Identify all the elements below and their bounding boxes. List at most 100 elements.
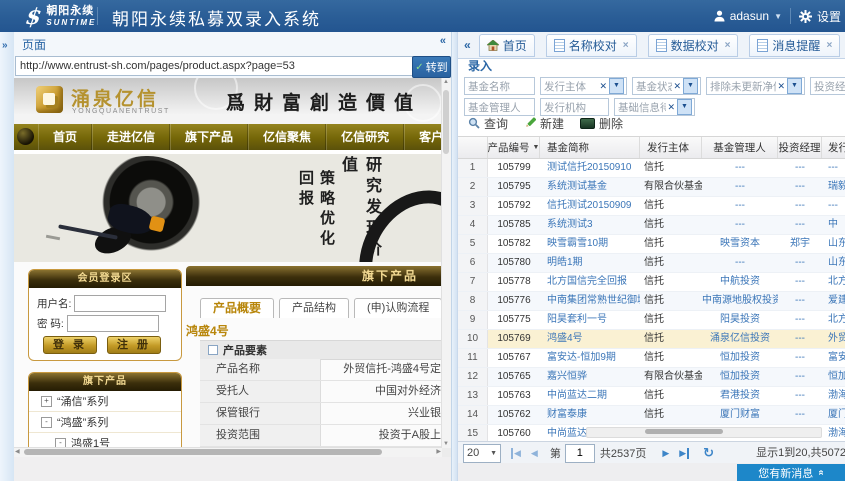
cell-link[interactable]: 财富泰康 (540, 406, 640, 424)
filter-combo-基金状态[interactable]: 基金状态✕▼ (632, 77, 701, 95)
cell-link[interactable]: 恒加 (822, 368, 845, 386)
scroll-left-icon[interactable]: ◀ (15, 448, 20, 457)
prev-page-button[interactable]: ◀ (531, 448, 538, 459)
table-row[interactable]: 8105776中南集团常熟世纪御城信托中南源地股权投资---爱建 (458, 292, 845, 311)
scroll-right-icon[interactable]: ▶ (436, 448, 441, 457)
cell-link[interactable]: 爱建 (822, 292, 845, 310)
site-nav-item-客户专区[interactable]: 客户专区 (404, 124, 442, 150)
cell-link[interactable]: 系统测试3 (540, 216, 640, 234)
site-nav-item-亿信聚焦[interactable]: 亿信聚焦 (248, 124, 326, 150)
username-field[interactable] (74, 295, 166, 312)
column-header-rownum[interactable] (458, 137, 488, 158)
table-horizontal-scrollbar[interactable] (586, 427, 822, 438)
collapse-icon[interactable]: - (41, 417, 52, 428)
password-field[interactable] (67, 315, 159, 332)
delete-button[interactable]: 删除 (580, 115, 623, 132)
column-header-产品编号[interactable]: 产品编号▼ (488, 137, 540, 158)
close-icon[interactable]: × (826, 40, 832, 51)
cell-link[interactable]: 富安达-恒加9期 (540, 349, 640, 367)
cell-link[interactable]: 中航投资 (702, 273, 778, 291)
scrollbar-thumb[interactable] (24, 449, 382, 455)
cell-link[interactable]: --- (778, 311, 822, 329)
table-row[interactable]: 6105780明皓1期信托------山东 (458, 254, 845, 273)
tree-item[interactable]: -“鸿盛”系列 (29, 412, 181, 433)
cell-link[interactable]: 中南源地股权投资 (702, 292, 778, 310)
cell-link[interactable]: --- (778, 178, 822, 196)
clear-icon[interactable]: ✕ (667, 102, 675, 113)
close-icon[interactable]: × (725, 40, 731, 51)
clear-icon[interactable]: ✕ (599, 81, 607, 92)
table-row[interactable]: 7105778北方国信完全回报信托中航投资---北方 (458, 273, 845, 292)
table-row[interactable]: 5105782映雪霸雪10期信托映雪资本郑宇山东 (458, 235, 845, 254)
go-button[interactable]: ✓ 转到 (412, 56, 451, 78)
site-nav-item-旗下产品[interactable]: 旗下产品 (170, 124, 248, 150)
scroll-down-icon[interactable]: ▼ (442, 441, 450, 447)
cell-link[interactable]: 山东 (822, 235, 845, 253)
next-page-button[interactable]: ▶ (662, 448, 669, 459)
cell-link[interactable]: --- (702, 178, 778, 196)
checkbox-icon[interactable] (208, 345, 218, 355)
cell-link[interactable]: --- (822, 197, 845, 215)
table-row[interactable]: 11105767富安达-恒加9期信托恒加投资---富安达 (458, 349, 845, 368)
new-message-toast[interactable]: 您有新消息 « (737, 464, 845, 481)
table-row[interactable]: 3105792信托测试20150909信托--------- (458, 197, 845, 216)
site-logo-name[interactable]: 涌泉亿信 (71, 84, 159, 111)
cell-link[interactable]: 信托测试20150909 (540, 197, 640, 215)
cell-link[interactable]: 恒加投资 (702, 368, 778, 386)
cell-link[interactable]: --- (778, 406, 822, 424)
url-input[interactable] (15, 56, 413, 76)
cell-link[interactable]: 富安达 (822, 349, 845, 367)
cell-link[interactable]: --- (702, 197, 778, 215)
filter-input-投资经理[interactable]: 投资经理 (810, 77, 845, 95)
register-button[interactable]: 注 册 (107, 336, 161, 354)
scrollbar-thumb[interactable] (443, 90, 449, 154)
cell-link[interactable]: 厦门财富 (702, 406, 778, 424)
login-button[interactable]: 登 录 (43, 336, 97, 354)
cell-link[interactable]: --- (822, 159, 845, 177)
tab-名称校对[interactable]: 名称校对× (546, 34, 637, 57)
cell-link[interactable]: 瑞毅 (822, 178, 845, 196)
cell-link[interactable]: --- (702, 254, 778, 272)
cell-link[interactable]: 鸿盛4号 (540, 330, 640, 348)
column-header-投资经理[interactable]: 投资经理 (778, 137, 822, 158)
chevron-down-icon[interactable]: ▼ (787, 78, 802, 94)
column-header-基金简称[interactable]: 基金简称 (540, 137, 640, 158)
cell-link[interactable]: --- (778, 254, 822, 272)
collapse-tabs-icon[interactable]: « (464, 38, 471, 52)
cell-link[interactable]: 厦门 (822, 406, 845, 424)
chevron-down-icon[interactable]: ▼ (609, 78, 624, 94)
collapse-left-icon[interactable]: « (440, 35, 446, 47)
cell-link[interactable]: 嘉兴恒骅 (540, 368, 640, 386)
left-accordion-strip[interactable]: » (0, 32, 15, 481)
cell-link[interactable]: 涌泉亿信投资 (702, 330, 778, 348)
cell-link[interactable]: --- (778, 197, 822, 215)
filter-combo-发行主体[interactable]: 发行主体✕▼ (540, 77, 627, 95)
expand-icon[interactable]: + (41, 396, 52, 407)
cell-link[interactable]: 阳昊投资 (702, 311, 778, 329)
table-row[interactable]: 2105795系统测试基金有限合伙基金------瑞毅 (458, 178, 845, 197)
site-nav-item-首页[interactable]: 首页 (38, 124, 92, 150)
last-page-button[interactable]: ▶ (679, 448, 689, 459)
table-row[interactable]: 14105762财富泰康信托厦门财富---厦门 (458, 406, 845, 425)
tab-消息提醒[interactable]: 消息提醒× (749, 34, 840, 57)
scroll-up-icon[interactable]: ▲ (442, 79, 450, 85)
cell-link[interactable]: --- (778, 330, 822, 348)
site-nav-item-亿信研究[interactable]: 亿信研究 (326, 124, 404, 150)
cell-link[interactable]: 渤海 (822, 387, 845, 405)
create-button[interactable]: 新建 (524, 115, 564, 132)
column-header-基金管理人[interactable]: 基金管理人 (702, 137, 778, 158)
cell-link[interactable]: --- (702, 159, 778, 177)
site-logo-icon[interactable] (36, 86, 63, 113)
tab-数据校对[interactable]: 数据校对× (648, 34, 739, 57)
chevron-down-icon[interactable]: ▼ (677, 99, 692, 115)
tab-首页[interactable]: 首页 (479, 34, 535, 57)
cell-link[interactable]: 恒加投资 (702, 349, 778, 367)
page-size-select[interactable]: 20 ▼ (463, 444, 501, 463)
cell-link[interactable]: 君港投资 (702, 387, 778, 405)
cell-link[interactable]: 阳昊套利一号 (540, 311, 640, 329)
filter-combo-基础信息待补[interactable]: 基础信息待补✕▼ (614, 98, 695, 116)
product-tab-(申)认购流程[interactable]: (申)认购流程 (354, 298, 442, 318)
cell-link[interactable]: 中尚蓝达二期 (540, 387, 640, 405)
scrollbar-thumb[interactable] (645, 429, 723, 434)
filter-input-发行机构[interactable]: 发行机构 (540, 98, 609, 116)
